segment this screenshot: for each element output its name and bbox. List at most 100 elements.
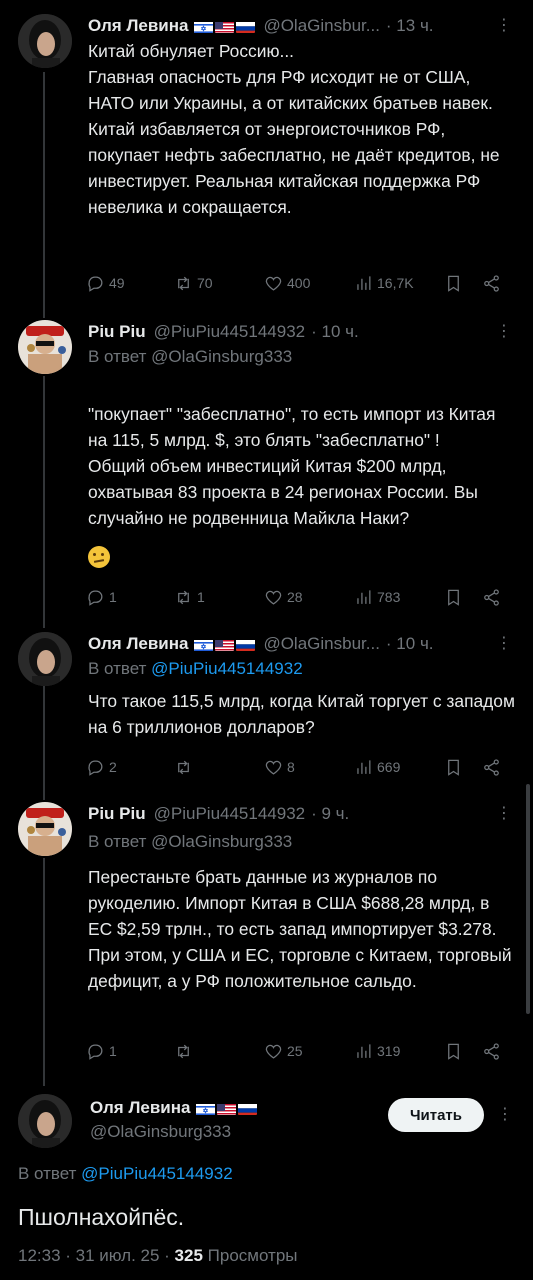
views-count: 783 — [377, 589, 401, 605]
share-button[interactable] — [482, 758, 501, 777]
reply-to-link[interactable]: @PiuPiu445144932 — [151, 659, 303, 678]
tweet[interactable]: Оля Левина @OlaGinsbur... · 10 ч. ⋮ В от… — [0, 632, 533, 782]
like-icon — [265, 590, 282, 605]
focused-tweet[interactable]: Оля Левина @OlaGinsburg333 Читать ⋮ В от… — [0, 1088, 533, 1280]
author-name[interactable]: Оля Левина — [88, 634, 188, 654]
bookmark-button[interactable] — [444, 588, 463, 607]
flag-badges — [194, 638, 256, 651]
author-block[interactable]: Оля Левина — [90, 1098, 258, 1118]
reply-button[interactable]: 1 — [86, 1042, 117, 1061]
like-button[interactable]: 8 — [264, 758, 295, 777]
like-count: 400 — [287, 275, 311, 291]
author-name[interactable]: Piu Piu — [88, 804, 146, 824]
thinking-face-emoji — [88, 546, 110, 568]
like-button[interactable]: 28 — [264, 588, 303, 607]
tweet-time[interactable]: · 10 ч. — [311, 322, 359, 342]
avatar[interactable] — [18, 320, 72, 374]
share-button[interactable] — [482, 588, 501, 607]
more-icon[interactable]: ⋮ — [496, 802, 512, 826]
retweet-button[interactable] — [174, 758, 197, 777]
reply-count: 1 — [109, 1043, 117, 1059]
views-count: 16,7K — [377, 275, 414, 291]
views-icon — [357, 1043, 371, 1058]
avatar[interactable] — [18, 14, 72, 68]
more-icon[interactable]: ⋮ — [496, 14, 512, 38]
author-handle[interactable]: @OlaGinsburg333 — [90, 1122, 231, 1142]
timestamp[interactable]: 12:33 · 31 июл. 25 · — [18, 1246, 175, 1265]
author-name[interactable]: Оля Левина — [88, 16, 188, 36]
bookmark-button[interactable] — [444, 1042, 463, 1061]
more-icon[interactable]: ⋮ — [497, 1104, 513, 1124]
like-count: 25 — [287, 1043, 303, 1059]
reply-icon — [88, 1044, 103, 1060]
author-name[interactable]: Piu Piu — [88, 322, 146, 342]
reply-icon — [88, 760, 103, 776]
tweet-time[interactable]: · 13 ч. — [386, 16, 434, 36]
reply-count: 2 — [109, 759, 117, 775]
views-button[interactable]: 16,7K — [354, 274, 414, 293]
avatar[interactable] — [18, 632, 72, 686]
like-icon — [265, 1044, 282, 1059]
reply-to-link[interactable]: @PiuPiu445144932 — [81, 1164, 233, 1183]
more-icon[interactable]: ⋮ — [496, 320, 512, 344]
reply-count: 49 — [109, 275, 125, 291]
share-button[interactable] — [482, 1042, 501, 1061]
reply-button[interactable]: 2 — [86, 758, 117, 777]
reply-label: В ответ — [88, 832, 152, 851]
israel-flag-icon — [196, 1102, 216, 1115]
scrollbar[interactable] — [526, 784, 530, 1014]
tweet-text: Перестаньте брать данные из журналов по … — [88, 867, 512, 991]
tweet-time[interactable]: · 9 ч. — [311, 804, 349, 824]
views-label: Просмотры — [202, 1246, 298, 1265]
tweet[interactable]: Оля Левина @OlaGinsbur... · 13 ч. ⋮ Кита… — [0, 14, 533, 304]
reply-button[interactable]: 1 — [86, 588, 117, 607]
share-button[interactable] — [482, 274, 501, 293]
views-count: 325 — [174, 1246, 203, 1265]
like-button[interactable]: 400 — [264, 274, 310, 293]
retweet-button[interactable]: 70 — [174, 274, 213, 293]
follow-button[interactable]: Читать — [388, 1098, 484, 1132]
retweet-count: 70 — [197, 275, 213, 291]
usa-flag-icon — [215, 20, 235, 33]
retweet-button[interactable] — [174, 1042, 197, 1061]
more-icon[interactable]: ⋮ — [496, 632, 512, 656]
like-icon — [265, 760, 282, 775]
views-button[interactable]: 319 — [354, 1042, 400, 1061]
retweet-icon — [178, 590, 189, 604]
bookmark-button[interactable] — [444, 274, 463, 293]
like-icon — [265, 276, 282, 291]
views-button[interactable]: 669 — [354, 758, 400, 777]
flag-badges — [196, 1102, 258, 1115]
tweet-actions: 1 25 319 — [86, 1040, 506, 1062]
like-count: 8 — [287, 759, 295, 775]
avatar[interactable] — [18, 1094, 72, 1148]
author-handle[interactable]: @OlaGinsbur... — [263, 634, 379, 654]
tweet-time[interactable]: · 10 ч. — [386, 634, 434, 654]
reply-to-link[interactable]: @OlaGinsburg333 — [151, 347, 292, 366]
retweet-icon — [178, 1044, 189, 1058]
views-button[interactable]: 783 — [354, 588, 400, 607]
author-name[interactable]: Оля Левина — [90, 1098, 190, 1118]
tweet-actions: 49 70 400 16,7K — [86, 272, 506, 294]
views-count: 319 — [377, 1043, 401, 1059]
retweet-icon — [178, 760, 189, 774]
tweet-actions: 1 1 28 783 — [86, 586, 506, 608]
reply-label: В ответ — [18, 1164, 82, 1183]
bookmark-button[interactable] — [444, 758, 463, 777]
author-handle[interactable]: @PiuPiu445144932 — [154, 322, 306, 342]
author-handle[interactable]: @OlaGinsbur... — [263, 16, 379, 36]
like-button[interactable]: 25 — [264, 1042, 303, 1061]
retweet-button[interactable]: 1 — [174, 588, 205, 607]
tweet[interactable]: Piu Piu @PiuPiu445144932 · 10 ч. ⋮ В отв… — [0, 320, 533, 620]
reply-context: В ответ @PiuPiu445144932 — [18, 1164, 233, 1184]
avatar[interactable] — [18, 802, 72, 856]
tweet[interactable]: Piu Piu @PiuPiu445144932 · 9 ч. ⋮ В отве… — [0, 802, 533, 1072]
reply-to-link[interactable]: @OlaGinsburg333 — [151, 832, 292, 851]
reply-context: В ответ @PiuPiu445144932 — [88, 659, 303, 679]
share-icon — [484, 1042, 499, 1060]
author-handle[interactable]: @PiuPiu445144932 — [154, 804, 306, 824]
retweet-icon — [178, 276, 189, 290]
reply-icon — [88, 276, 103, 292]
reply-context: В ответ @OlaGinsburg333 — [88, 347, 292, 367]
reply-button[interactable]: 49 — [86, 274, 125, 293]
